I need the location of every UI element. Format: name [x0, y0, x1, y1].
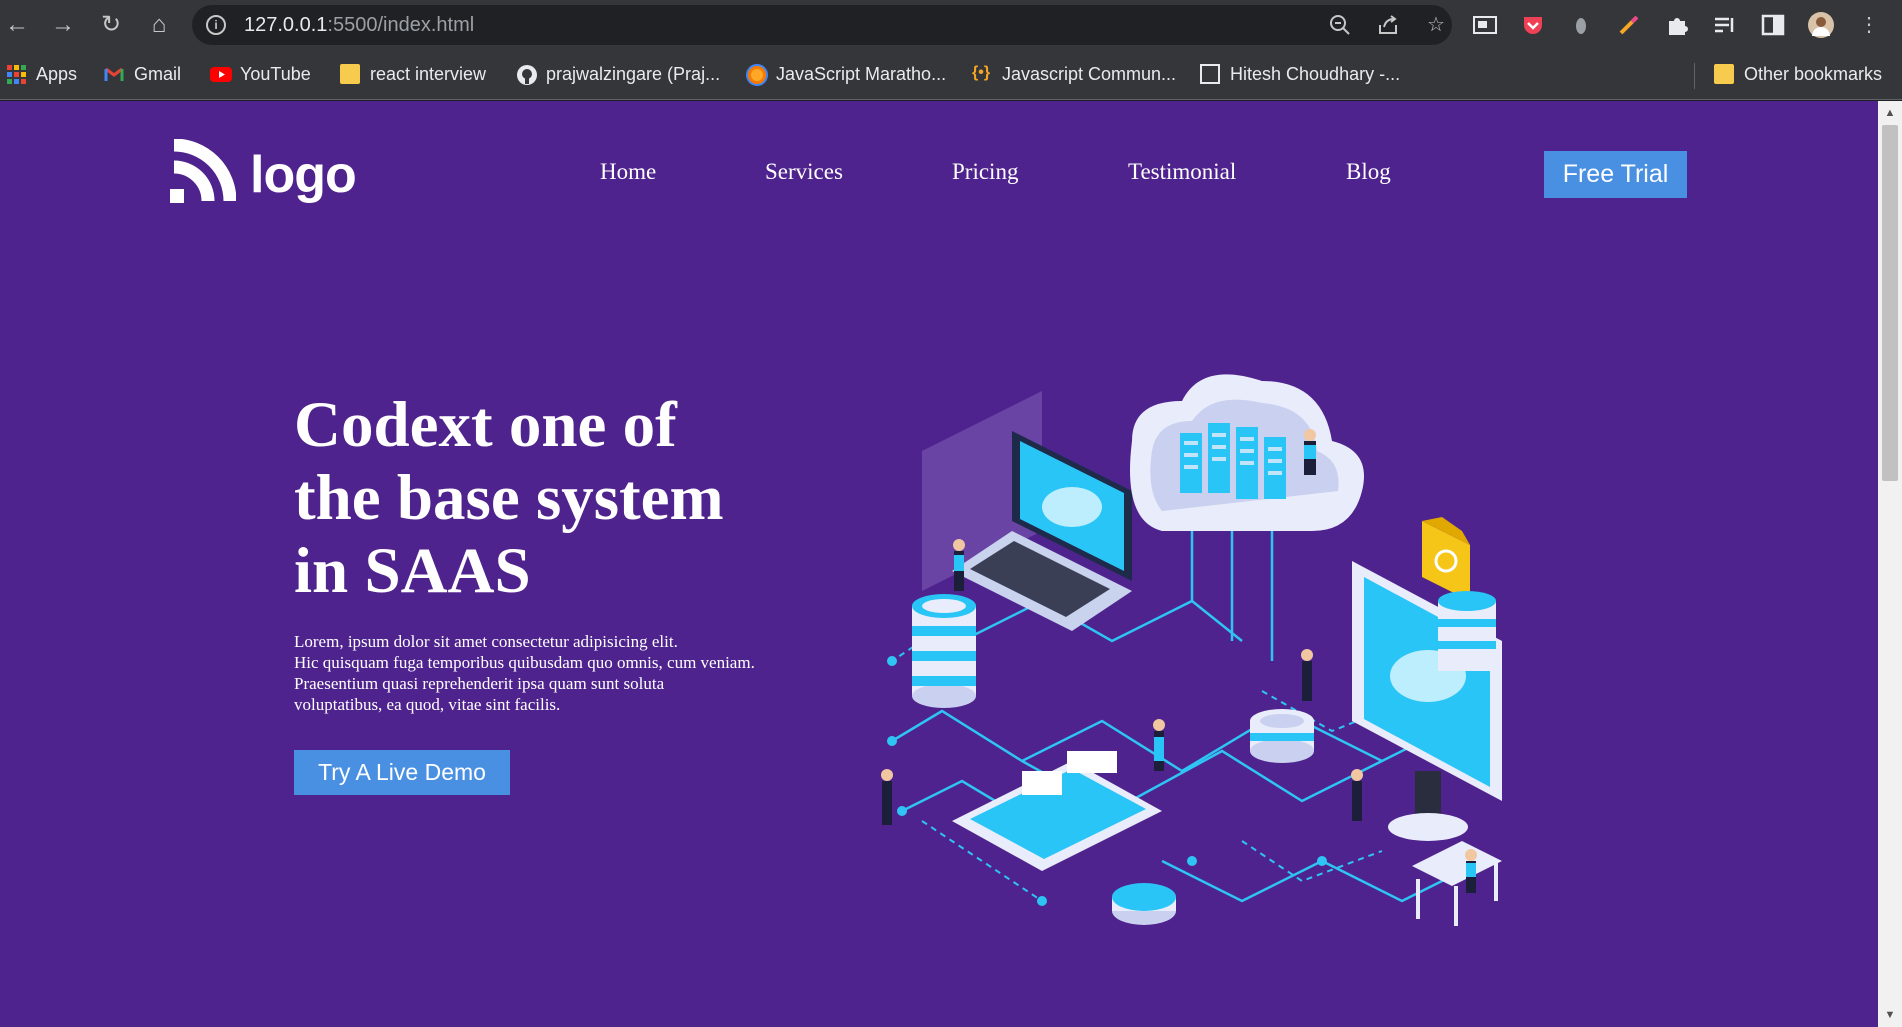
share-icon[interactable]	[1376, 13, 1400, 37]
bookmark-apps[interactable]: Apps	[6, 61, 77, 87]
bookmark-label: Apps	[36, 63, 78, 84]
bookmark-github[interactable]: prajwalzingare (Praj...	[516, 61, 720, 87]
folder-icon	[1714, 64, 1734, 84]
bookmark-label: JavaScript Maratho...	[776, 63, 947, 84]
nav-testimonial[interactable]: Testimonial	[1128, 159, 1236, 185]
nav-services[interactable]: Services	[765, 159, 843, 185]
bookmark-other-bookmarks[interactable]: Other bookmarks	[1714, 61, 1882, 87]
bookmark-star-icon[interactable]: ☆	[1424, 13, 1448, 37]
hero-title: Codext one of the base system in SAAS	[294, 389, 814, 608]
hero-subtitle-line: Lorem, ipsum dolor sit amet consectetur …	[294, 632, 678, 651]
nav-blog[interactable]: Blog	[1346, 159, 1391, 185]
url-text[interactable]: 127.0.0.1:5500/index.html	[244, 14, 474, 37]
url-path: :5500/index.html	[327, 14, 475, 36]
reload-icon[interactable]: ↻	[96, 10, 126, 40]
folder-icon	[340, 64, 360, 84]
hero-title-line: Codext one of	[294, 389, 677, 461]
logo-text: logo	[250, 145, 357, 204]
github-icon	[516, 64, 537, 85]
nav-home[interactable]: Home	[600, 159, 656, 185]
code-braces-icon: {•}	[972, 64, 991, 81]
bookmark-hitesh-choudhary[interactable]: Hitesh Choudhary -...	[1200, 61, 1400, 87]
bookmark-label: YouTube	[240, 63, 311, 84]
extension-mouse-icon[interactable]	[1568, 12, 1594, 38]
forward-icon[interactable]: →	[48, 10, 78, 40]
scroll-up-icon[interactable]: ▲	[1878, 103, 1902, 123]
hero-subtitle-line: Hic quisquam fuga temporibus quibusdam q…	[294, 653, 755, 672]
color-picker-icon[interactable]	[1616, 12, 1642, 38]
site-icon	[746, 64, 768, 86]
hero-subtitle-line: Praesentium quasi reprehenderit ipsa qua…	[294, 674, 665, 693]
reading-list-icon[interactable]	[1712, 12, 1738, 38]
free-trial-button[interactable]: Free Trial	[1544, 151, 1687, 198]
bookmark-label: react interview	[370, 63, 487, 84]
gmail-icon	[104, 64, 124, 84]
bookmark-label: Gmail	[134, 63, 182, 84]
bookmark-label: Javascript Commun...	[1002, 63, 1177, 84]
hero-illustration	[862, 341, 1542, 981]
extensions-puzzle-icon[interactable]	[1664, 12, 1690, 38]
media-router-icon[interactable]	[1472, 12, 1498, 38]
bookmark-label: Other bookmarks	[1744, 63, 1883, 84]
back-icon[interactable]: ←	[2, 10, 32, 40]
page-viewport: logo Home Services Pricing Testimonial B…	[0, 101, 1878, 1027]
pocket-icon[interactable]	[1520, 12, 1546, 38]
site-info-icon[interactable]: i	[206, 15, 226, 35]
home-icon[interactable]: ⌂	[144, 10, 174, 40]
side-panel-icon[interactable]	[1760, 12, 1786, 38]
scrollbar-thumb[interactable]	[1882, 125, 1898, 481]
bookmarks-divider	[1694, 63, 1695, 89]
bookmarks-bar: Apps Gmail YouTube react interview prajw…	[0, 51, 1902, 100]
bookmark-label: prajwalzingare (Praj...	[546, 63, 721, 84]
hero-title-line: in SAAS	[294, 535, 531, 607]
page-icon	[1200, 64, 1220, 84]
bookmark-react-interview[interactable]: react interview	[340, 61, 486, 87]
url-host: 127.0.0.1	[244, 14, 328, 36]
site-logo[interactable]: logo	[170, 138, 357, 210]
bookmark-gmail[interactable]: Gmail	[104, 61, 181, 87]
nav-pricing[interactable]: Pricing	[952, 159, 1018, 185]
hero-subtitle: Lorem, ipsum dolor sit amet consectetur …	[294, 631, 814, 715]
logo-mark-icon	[170, 138, 237, 210]
bookmark-javascript-community[interactable]: {•} Javascript Commun...	[972, 61, 1176, 87]
hero-subtitle-line: voluptatibus, ea quod, vitae sint facili…	[294, 695, 561, 714]
live-demo-button[interactable]: Try A Live Demo	[294, 750, 510, 795]
zoom-icon[interactable]	[1328, 13, 1352, 37]
bookmark-label: Hitesh Choudhary -...	[1230, 63, 1401, 84]
scroll-down-icon[interactable]: ▼	[1878, 1005, 1902, 1025]
bookmark-youtube[interactable]: YouTube	[210, 61, 311, 87]
youtube-icon	[210, 64, 232, 84]
address-bar[interactable]: i 127.0.0.1:5500/index.html ☆	[192, 5, 1452, 45]
apps-grid-icon	[6, 64, 26, 84]
hero-title-line: the base system	[294, 462, 724, 534]
bookmark-javascript-marathon[interactable]: JavaScript Maratho...	[746, 61, 946, 87]
browser-menu-icon[interactable]: ⋮	[1856, 12, 1882, 38]
browser-toolbar: ← → ↻ ⌂ i 127.0.0.1:5500/index.html ☆ ⋮	[0, 0, 1902, 51]
profile-avatar-icon[interactable]	[1808, 12, 1834, 38]
page-scrollbar[interactable]: ▲ ▼	[1878, 101, 1902, 1027]
